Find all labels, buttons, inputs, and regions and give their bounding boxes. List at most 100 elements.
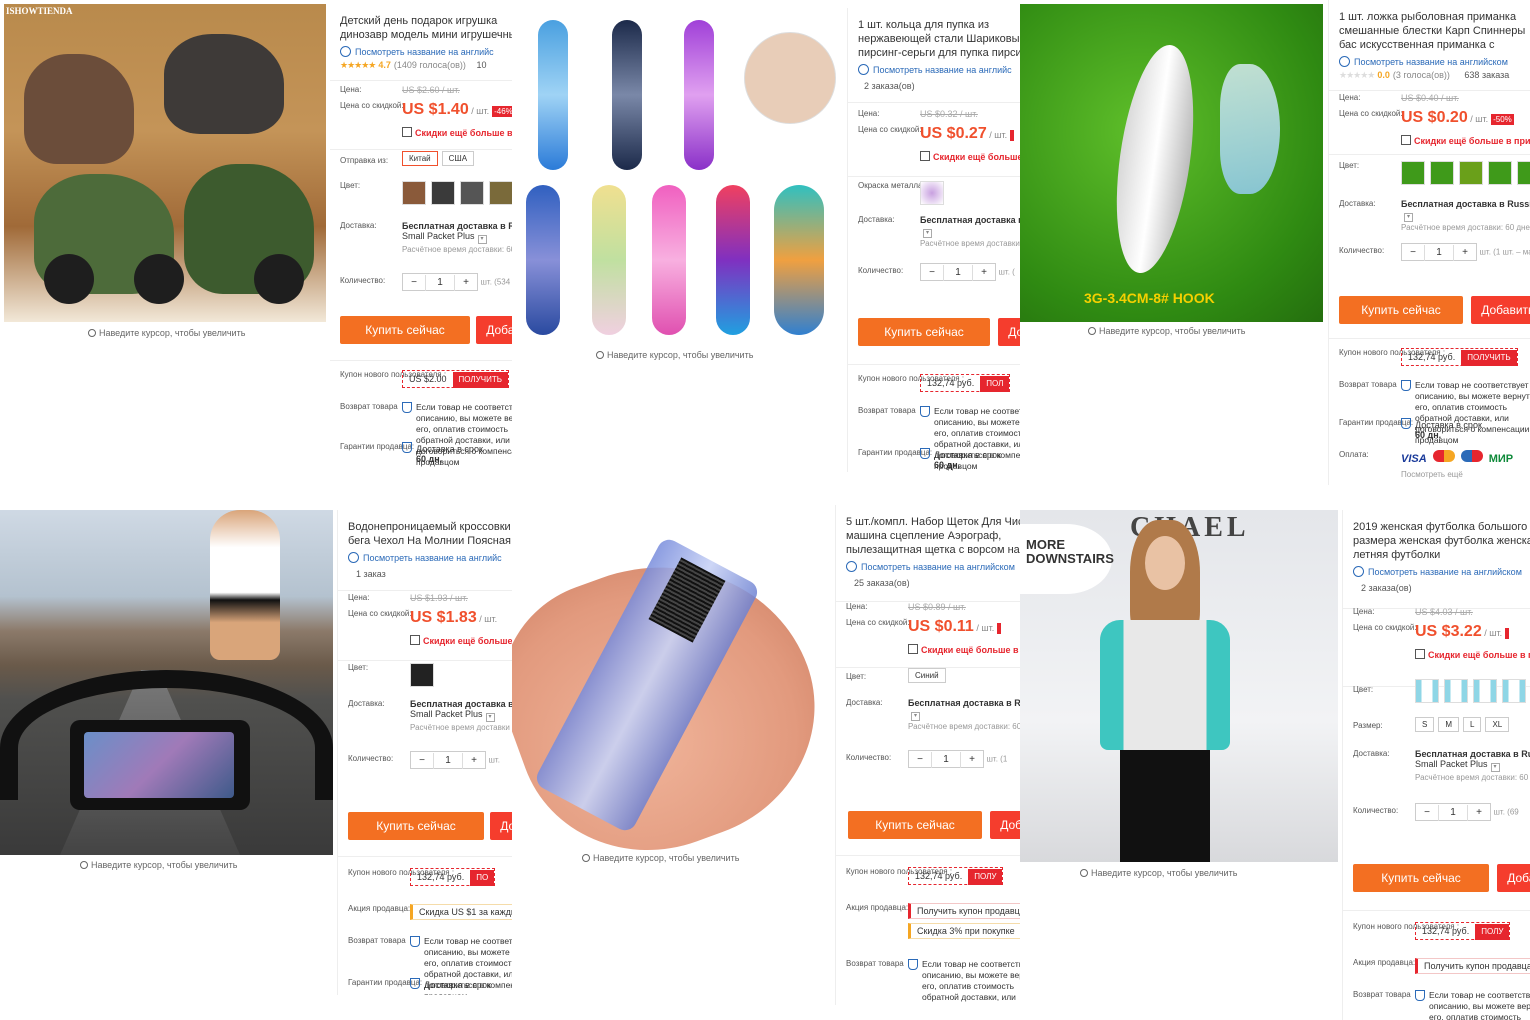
get-coupon-button[interactable]: ПОЛ <box>980 376 1010 392</box>
color-swatch[interactable] <box>1415 679 1439 703</box>
app-promo[interactable]: Скидки ещё больше в приложении <box>1339 135 1530 147</box>
quantity-stepper[interactable]: −1 + <box>402 273 478 291</box>
color-swatch[interactable] <box>920 181 944 205</box>
color-swatch[interactable] <box>489 181 512 205</box>
translate-link[interactable]: Посмотреть название на английс <box>858 64 1020 75</box>
product-image[interactable] <box>0 510 333 855</box>
minus-button[interactable]: − <box>909 752 931 768</box>
add-to-cart-button[interactable]: Добавить в корзину <box>1497 864 1530 892</box>
plus-button[interactable]: + <box>1468 805 1490 821</box>
plus-button[interactable]: + <box>455 275 477 291</box>
quantity-value[interactable]: 1 <box>1438 805 1468 821</box>
quantity-stepper[interactable]: −1 + <box>410 751 486 769</box>
size-option[interactable]: L <box>1463 717 1482 732</box>
see-more-link[interactable]: Посмотреть ещё <box>1339 470 1530 482</box>
color-swatch[interactable] <box>1459 161 1483 185</box>
add-to-cart-button[interactable]: Добавить в корзину <box>490 812 512 840</box>
translate-link[interactable]: Посмотреть название на английс <box>340 46 512 57</box>
product-title[interactable]: 1 шт. ложка рыболовная приманка смешанны… <box>1339 10 1530 52</box>
chevron-down-icon[interactable]: ▾ <box>477 235 487 244</box>
product-image[interactable]: ISHOWTIENDA <box>4 4 326 322</box>
size-option[interactable]: XL <box>1485 717 1510 732</box>
color-swatch[interactable] <box>1444 679 1468 703</box>
product-image[interactable] <box>512 10 842 345</box>
get-coupon-button[interactable]: ПОЛУ <box>968 869 1003 885</box>
buy-now-button[interactable]: Купить сейчас <box>848 811 982 839</box>
chevron-down-icon[interactable]: ▾ <box>485 713 495 722</box>
product-title[interactable]: 5 шт./компл. Набор Щеток Для Чистки маши… <box>846 515 1020 557</box>
chevron-down-icon[interactable]: ▾ <box>911 712 920 721</box>
app-promo[interactable]: Скидки ещё больше в приложении <box>858 151 1020 163</box>
product-image[interactable]: 3G-3.4CM-8# HOOK <box>1020 4 1323 322</box>
get-coupon-button[interactable]: ПОЛУЧИТЬ <box>452 372 508 388</box>
color-swatch[interactable] <box>1517 161 1530 185</box>
get-coupon-button[interactable]: ПО <box>470 870 495 886</box>
plus-button[interactable]: + <box>463 753 485 769</box>
get-coupon-button[interactable]: ПОЛУ <box>1475 924 1510 940</box>
seller-promo[interactable]: Получить купон продавца <box>1415 958 1530 974</box>
quantity-value[interactable]: 1 <box>943 265 973 281</box>
buy-now-button[interactable]: Купить сейчас <box>340 316 470 344</box>
product-title[interactable]: Водонепроницаемый кроссовки для бега Чех… <box>348 520 512 548</box>
get-coupon-button[interactable]: ПОЛУЧИТЬ <box>1461 350 1517 366</box>
add-to-cart-button[interactable]: Добавить в корзину <box>990 811 1020 839</box>
minus-button[interactable]: − <box>921 265 943 281</box>
color-swatch[interactable] <box>431 181 455 205</box>
product-title[interactable]: 1 шт. кольца для пупка из нержавеющей ст… <box>858 18 1020 60</box>
quantity-stepper[interactable]: −1 + <box>1415 803 1491 821</box>
quantity-value[interactable]: 1 <box>1424 245 1454 261</box>
quantity-value[interactable]: 1 <box>433 753 463 769</box>
translate-link[interactable]: Посмотреть название на английском <box>1339 56 1530 67</box>
color-option[interactable]: Синий <box>908 668 946 683</box>
plus-button[interactable]: + <box>1454 245 1476 261</box>
add-to-cart-button[interactable]: Добавить в корзину <box>476 316 512 344</box>
color-swatch[interactable] <box>402 181 426 205</box>
color-swatch[interactable] <box>1401 161 1425 185</box>
minus-button[interactable]: − <box>403 275 425 291</box>
color-swatch[interactable] <box>1502 679 1526 703</box>
votes[interactable]: (1409 голоса(ов)) <box>394 60 466 70</box>
product-image[interactable] <box>512 505 834 850</box>
product-title[interactable]: 2019 женская футболка большого размера ж… <box>1353 520 1530 562</box>
votes[interactable]: (3 голоса(ов)) <box>1393 70 1450 80</box>
product-image[interactable]: MORE DOWNSTAIRS CHAEL <box>1020 510 1338 862</box>
chevron-down-icon[interactable]: ▾ <box>1404 213 1413 222</box>
ship-from-option[interactable]: Китай <box>402 151 438 166</box>
size-option[interactable]: S <box>1415 717 1435 732</box>
quantity-stepper[interactable]: −1 + <box>1401 243 1477 261</box>
color-swatch[interactable] <box>410 663 434 687</box>
color-swatch[interactable] <box>1473 679 1497 703</box>
plus-button[interactable]: + <box>961 752 983 768</box>
app-promo[interactable]: Скидки ещё больше в приложении <box>348 635 512 647</box>
buy-now-button[interactable]: Купить сейчас <box>1339 296 1463 324</box>
app-promo[interactable]: Скидки ещё больше в приложении <box>846 644 1020 656</box>
chevron-down-icon[interactable]: ▾ <box>1490 763 1500 772</box>
color-swatch[interactable] <box>460 181 484 205</box>
app-promo[interactable]: Скидки ещё больше в приложении <box>1353 649 1530 661</box>
product-title[interactable]: Детский день подарок игрушка динозавр мо… <box>340 14 512 42</box>
color-swatch[interactable] <box>1430 161 1454 185</box>
minus-button[interactable]: − <box>1402 245 1424 261</box>
quantity-value[interactable]: 1 <box>425 275 455 291</box>
add-to-cart-button[interactable]: Добавить в корзину <box>1471 296 1530 324</box>
buy-now-button[interactable]: Купить сейчас <box>1353 864 1489 892</box>
plus-button[interactable]: + <box>973 265 995 281</box>
seller-promo[interactable]: Получить купон продавца <box>908 903 1020 919</box>
translate-link[interactable]: Посмотреть название на английском <box>846 561 1020 572</box>
seller-promo[interactable]: Скидка 3% при покупке <box>908 923 1020 939</box>
chevron-down-icon[interactable]: ▾ <box>923 229 932 238</box>
translate-link[interactable]: Посмотреть название на английс <box>348 552 512 563</box>
ship-from-option[interactable]: США <box>441 151 475 166</box>
translate-link[interactable]: Посмотреть название на английском <box>1353 566 1530 577</box>
seller-promo[interactable]: Скидка US $1 за каждые <box>410 904 512 920</box>
minus-button[interactable]: − <box>411 753 433 769</box>
quantity-stepper[interactable]: −1 + <box>920 263 996 281</box>
quantity-stepper[interactable]: −1 + <box>908 750 984 768</box>
buy-now-button[interactable]: Купить сейчас <box>348 812 484 840</box>
color-swatch[interactable] <box>1488 161 1512 185</box>
minus-button[interactable]: − <box>1416 805 1438 821</box>
buy-now-button[interactable]: Купить сейчас <box>858 318 990 346</box>
app-promo[interactable]: Скидки ещё больше в приложении <box>340 127 512 139</box>
quantity-value[interactable]: 1 <box>931 752 961 768</box>
add-to-cart-button[interactable]: Добавить в корзину <box>998 318 1020 346</box>
